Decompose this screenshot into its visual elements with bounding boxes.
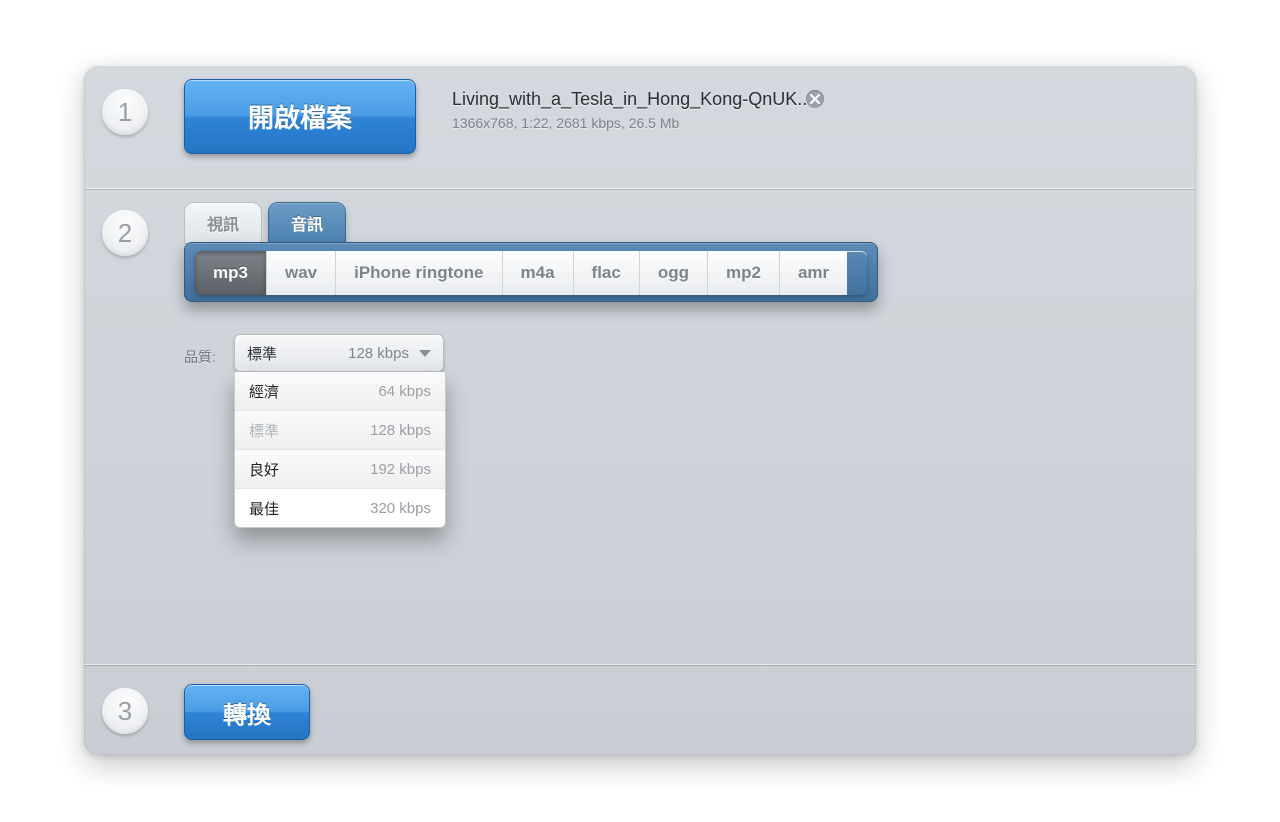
file-meta: 1366x768, 1:22, 2681 kbps, 26.5 Mb	[452, 115, 679, 131]
quality-option-name: 良好	[249, 459, 370, 480]
step-3-section: 3 轉換	[84, 666, 1196, 755]
remove-file-button[interactable]	[806, 90, 824, 108]
quality-selected-value: 128 kbps	[348, 345, 409, 362]
quality-label: 品質:	[184, 347, 216, 367]
quality-option-value: 64 kbps	[378, 383, 431, 400]
convert-button[interactable]: 轉換	[184, 684, 310, 740]
format-mp2[interactable]: mp2	[708, 251, 780, 295]
quality-option-value: 320 kbps	[370, 500, 431, 517]
media-type-tabs: 視訊 音訊	[184, 202, 346, 242]
step-1-section: 1 開啟檔案 Living_with_a_Tesla_in_Hong_Kong-…	[84, 65, 1196, 190]
format-iphone[interactable]: iPhone ringtone	[336, 251, 502, 295]
quality-option: 標準128 kbps	[235, 411, 445, 450]
quality-option[interactable]: 最佳320 kbps	[235, 489, 445, 527]
step-2-badge: 2	[102, 210, 148, 256]
format-m4a[interactable]: m4a	[503, 251, 574, 295]
close-icon	[810, 94, 820, 104]
tab-video[interactable]: 視訊	[184, 202, 262, 244]
step-1-badge: 1	[102, 89, 148, 135]
format-segments: mp3 wav iPhone ringtone m4a flac ogg mp2…	[195, 251, 867, 295]
format-toolbar: mp3 wav iPhone ringtone m4a flac ogg mp2…	[184, 242, 878, 302]
step-2-section: 2 視訊 音訊 mp3 wav iPhone ringtone m4a flac…	[84, 190, 1196, 666]
quality-selected-name: 標準	[247, 343, 348, 364]
quality-option-name: 最佳	[249, 498, 370, 519]
chevron-down-icon	[419, 350, 431, 357]
converter-panel: 1 開啟檔案 Living_with_a_Tesla_in_Hong_Kong-…	[84, 65, 1196, 755]
quality-option-value: 192 kbps	[370, 461, 431, 478]
open-file-button[interactable]: 開啟檔案	[184, 79, 416, 154]
format-ogg[interactable]: ogg	[640, 251, 708, 295]
file-name: Living_with_a_Tesla_in_Hong_Kong-QnUK...	[452, 89, 812, 110]
format-wav[interactable]: wav	[267, 251, 336, 295]
quality-option-name: 經濟	[249, 381, 378, 402]
quality-dropdown: 經濟64 kbps標準128 kbps良好192 kbps最佳320 kbps	[234, 372, 446, 528]
quality-option[interactable]: 良好192 kbps	[235, 450, 445, 489]
format-amr[interactable]: amr	[780, 251, 847, 295]
format-flac[interactable]: flac	[574, 251, 640, 295]
quality-select[interactable]: 標準 128 kbps	[234, 334, 444, 372]
format-mp3[interactable]: mp3	[195, 251, 267, 295]
step-3-badge: 3	[102, 688, 148, 734]
quality-option-value: 128 kbps	[370, 422, 431, 439]
quality-option[interactable]: 經濟64 kbps	[235, 372, 445, 411]
tab-audio[interactable]: 音訊	[268, 202, 346, 244]
quality-option-name: 標準	[249, 420, 370, 441]
